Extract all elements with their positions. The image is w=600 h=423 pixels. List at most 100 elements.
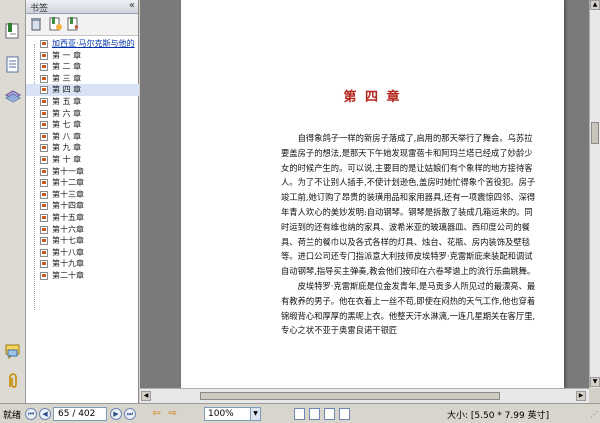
facing-layout-icon[interactable] (324, 408, 335, 420)
bookmark-label: 第 二 章 (52, 62, 82, 72)
horizontal-scroll-thumb[interactable] (200, 392, 500, 400)
single-page-layout-icon[interactable] (294, 408, 305, 420)
document-viewport[interactable]: 第 四 章 自得象鸽子一样的新房子落成了,启用的那天举行了舞会。乌苏拉要盖房子的… (140, 0, 589, 388)
bookmark-label: 第 四 章 (52, 85, 82, 95)
bookmark-item[interactable]: 第 一 章 (26, 50, 139, 62)
scroll-up-button[interactable]: ▲ (590, 0, 600, 10)
page-bookmark-icon (40, 237, 48, 246)
bookmark-label: 第 十 章 (52, 154, 82, 164)
vertical-scroll-thumb[interactable] (591, 122, 599, 144)
bookmark-tree: 加西亚·马尔克斯与他的第 一 章第 二 章第 三 章第 四 章第 五 章第 六 … (26, 38, 139, 281)
zoom-field[interactable]: 100% (204, 407, 252, 421)
bookmark-label: 第十二章 (52, 178, 84, 188)
page-bookmark-icon (40, 202, 48, 211)
page-bookmark-icon (40, 167, 48, 176)
paragraph: 皮埃特罗·克雷斯庇是位金发青年,是马贡多人所见过的最漂亮、最有教养的男子。他在衣… (281, 280, 536, 336)
zoom-dropdown-icon[interactable]: ▼ (250, 407, 261, 421)
bookmark-item[interactable]: 加西亚·马尔克斯与他的 (26, 38, 139, 50)
resize-grip-icon[interactable]: ⋰ (590, 410, 598, 419)
bookmarks-panel-icon[interactable] (4, 22, 22, 40)
bookmark-label: 第十六章 (52, 224, 84, 234)
first-page-button[interactable]: ⏮ (25, 408, 37, 420)
bookmark-item[interactable]: 第二十章 (26, 270, 139, 282)
page-bookmark-icon (40, 74, 48, 83)
forward-icon[interactable]: ⇨ (166, 408, 179, 420)
comments-icon[interactable] (4, 342, 22, 360)
bookmark-label: 第十八章 (52, 247, 84, 257)
page-number-field[interactable]: 65 / 402 (53, 407, 107, 421)
bookmark-label: 第十三章 (52, 189, 84, 199)
vertical-scrollbar[interactable]: ▲ ▼ (589, 0, 600, 388)
page-bookmark-icon (40, 40, 48, 48)
bookmark-item[interactable]: 第十五章 (26, 212, 139, 224)
bookmark-label: 第十五章 (52, 212, 84, 222)
chapter-title: 第 四 章 (343, 90, 402, 105)
previous-page-button[interactable]: ◀ (39, 408, 51, 420)
page-bookmark-icon (40, 144, 48, 153)
bookmark-item[interactable]: 第 四 章 (26, 84, 139, 96)
bookmark-item[interactable]: 第 八 章 (26, 131, 139, 143)
continuous-facing-layout-icon[interactable] (339, 408, 350, 420)
bookmarks-panel: 书签 « 加西亚·马尔克斯与他的第 一 章第 二 章第 三 章第 四 章第 五 … (26, 0, 139, 403)
attachments-icon[interactable] (4, 372, 22, 390)
bookmark-item[interactable]: 第十六章 (26, 224, 139, 236)
scroll-left-button[interactable]: ◀ (141, 391, 151, 401)
left-icon-strip (0, 0, 26, 403)
page-thumbnails-icon[interactable] (4, 56, 22, 74)
page-bookmark-icon (40, 225, 48, 234)
page-bookmark-icon (40, 260, 48, 269)
next-page-button[interactable]: ▶ (110, 408, 122, 420)
bookmark-item[interactable]: 第十八章 (26, 247, 139, 259)
bookmark-item[interactable]: 第 三 章 (26, 73, 139, 85)
bookmark-item[interactable]: 第 十 章 (26, 154, 139, 166)
bookmark-label: 第十九章 (52, 259, 84, 269)
page-bookmark-icon (40, 121, 48, 130)
back-icon[interactable]: ⇦ (150, 408, 163, 420)
bookmark-label: 第十一章 (52, 166, 84, 176)
page-bookmark-icon (40, 51, 48, 60)
page-bookmark-icon (40, 63, 48, 72)
bookmark-label: 第 三 章 (52, 73, 82, 83)
bookmark-item[interactable]: 第十四章 (26, 200, 139, 212)
page-bookmark-icon (40, 213, 48, 222)
paragraph: 自得象鸽子一样的新房子落成了,启用的那天举行了舞会。乌苏拉要盖房子的想法,是那天… (281, 133, 536, 277)
bookmark-label: 加西亚·马尔克斯与他的 (52, 39, 135, 48)
page-bookmark-icon (40, 109, 48, 118)
bookmark-item[interactable]: 第 五 章 (26, 96, 139, 108)
page-body: 自得象鸽子一样的新房子落成了,启用的那天举行了舞会。乌苏拉要盖房子的想法,是那天… (281, 131, 539, 338)
bookmark-label: 第 八 章 (52, 131, 82, 141)
new-bookmark-icon[interactable] (48, 17, 62, 31)
bookmark-item[interactable]: 第 六 章 (26, 108, 139, 120)
status-bar: 就绪 ⏮ ◀ 65 / 402 ▶ ⏭ ⇦ ⇨ 100% ▼ 大小: [5.50… (0, 403, 600, 423)
bookmark-item[interactable]: 第 九 章 (26, 142, 139, 154)
scroll-down-button[interactable]: ▼ (590, 377, 600, 387)
horizontal-scrollbar[interactable]: ◀ ▶ (140, 388, 589, 403)
continuous-layout-icon[interactable] (309, 408, 320, 420)
layers-icon[interactable] (4, 88, 22, 106)
page-bookmark-icon (40, 155, 48, 164)
bookmark-label: 第十七章 (52, 236, 84, 246)
page-bookmark-icon (40, 179, 48, 188)
bookmark-item[interactable]: 第十一章 (26, 166, 139, 178)
status-label: 就绪 (3, 411, 22, 421)
collapse-panel-button[interactable]: « (129, 0, 135, 11)
expand-bookmark-icon[interactable] (66, 17, 80, 31)
scroll-right-button[interactable]: ▶ (576, 391, 586, 401)
page-size-readout: 大小: [5.50 * 7.99 英寸] (447, 411, 550, 421)
bookmark-item[interactable]: 第十二章 (26, 177, 139, 189)
bookmark-item[interactable]: 第十三章 (26, 189, 139, 201)
last-page-button[interactable]: ⏭ (124, 408, 136, 420)
page-bookmark-icon (40, 271, 48, 280)
page-bookmark-icon (40, 132, 48, 141)
bookmark-item[interactable]: 第十九章 (26, 258, 139, 270)
bookmark-label: 第 六 章 (52, 108, 82, 118)
bookmark-item[interactable]: 第 七 章 (26, 119, 139, 131)
bookmark-item[interactable]: 第 二 章 (26, 61, 139, 73)
page-bookmark-icon (40, 97, 48, 106)
bookmark-label: 第二十章 (52, 270, 84, 280)
bookmark-label: 第 一 章 (52, 50, 82, 60)
bookmark-label: 第十四章 (52, 201, 84, 211)
bookmark-item[interactable]: 第十七章 (26, 235, 139, 247)
delete-bookmark-icon[interactable] (29, 17, 43, 31)
bookmark-label: 第 五 章 (52, 96, 82, 106)
